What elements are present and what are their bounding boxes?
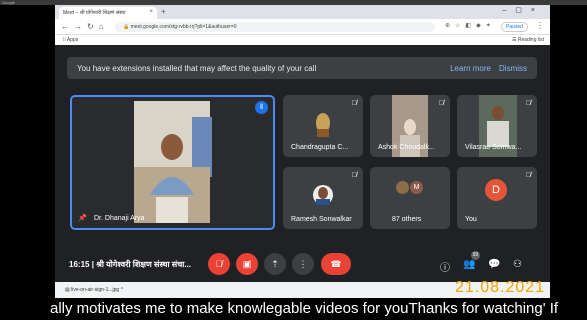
meeting-name: श्री योगेश्वरी शिक्षण संस्था संचा...	[96, 260, 192, 269]
speaker-video	[72, 97, 273, 228]
reading-list[interactable]: ☰ Reading list	[512, 37, 544, 43]
participant-name: You	[465, 216, 477, 223]
speaking-indicator-icon: ⦀	[255, 101, 268, 114]
paused-label: Paused	[506, 24, 523, 30]
banner-message: You have extensions installed that may a…	[77, 64, 317, 73]
mic-toggle-button[interactable]: 🎙̸	[208, 253, 230, 275]
participant-name: Ramesh Sonwalkar	[291, 216, 352, 223]
participant-avatar: M	[410, 181, 423, 194]
meeting-time: 16:15	[69, 260, 90, 269]
meet-content: You have extensions installed that may a…	[55, 45, 550, 282]
participant-tile[interactable]: 🎙̸ Ashok Choudalk...	[370, 95, 450, 157]
new-tab-icon[interactable]: +	[161, 7, 166, 16]
learn-more-link[interactable]: Learn more	[450, 64, 491, 73]
download-filename: live-on-air-sign-1...jpg	[71, 287, 120, 293]
browser-menu-icon[interactable]: ⋮	[536, 21, 544, 30]
close-tab-icon[interactable]: ×	[149, 9, 153, 15]
others-tile[interactable]: M 87 others	[370, 167, 450, 229]
mic-off-icon: 🎙̸	[351, 100, 357, 107]
participant-tile[interactable]: 🎙̸ Chandragupta C...	[283, 95, 363, 157]
tab-title: Meet – श्री योगेश्वरी शिक्षण संस्था	[63, 10, 126, 16]
download-item[interactable]: ▤ live-on-air-sign-1...jpg ^	[65, 287, 123, 293]
bookmarks-bar: ⁞⁞ Apps ☰ Reading list	[55, 35, 550, 45]
more-options-button[interactable]: ⋮	[292, 253, 314, 275]
apps-icon: ⁞⁞	[63, 37, 66, 43]
participant-name: Dr. Dhanaji Arya	[94, 215, 145, 222]
extension-warning-banner: You have extensions installed that may a…	[67, 57, 537, 79]
browser-window: Meet – श्री योगेश्वरी शिक्षण संस्था × + …	[55, 5, 550, 282]
address-bar[interactable]: 🔒 meet.google.com/xtg-rvbb-rrj?pli=1&aut…	[115, 22, 435, 32]
camera-toggle-button[interactable]: ▣̸	[236, 253, 258, 275]
apps-label: Apps	[66, 37, 79, 43]
separator: |	[91, 260, 94, 269]
leave-call-button[interactable]: ☎	[321, 253, 351, 275]
tab-meet[interactable]: Meet – श्री योगेश्वरी शिक्षण संस्था ×	[59, 7, 157, 19]
participant-avatar	[396, 181, 409, 194]
browser-toolbar: ←→↻⌂ 🔒 meet.google.com/xtg-rvbb-rrj?pli=…	[55, 19, 550, 35]
participants-badge: 93	[471, 251, 480, 260]
reading-list-label: Reading list	[517, 37, 544, 43]
profile-paused-button[interactable]: Paused	[501, 22, 528, 32]
info-icon[interactable]: ⓘ	[440, 259, 450, 274]
call-control-bar: 16:15 | श्री योगेश्वरी शिक्षण संस्था संच…	[55, 245, 550, 282]
tab-strip: Meet – श्री योगेश्वरी शिक्षण संस्था × + …	[55, 5, 550, 19]
os-top-label: Google	[2, 0, 15, 5]
reading-list-icon: ☰	[511, 37, 517, 43]
nav-buttons[interactable]: ←→↻⌂	[61, 22, 109, 31]
participant-name: Chandragupta C...	[291, 144, 349, 151]
bookmark-apps[interactable]: ⁞⁞ Apps	[63, 37, 78, 43]
participant-tile[interactable]: 🎙̸ Vilasrao Somwa...	[457, 95, 537, 157]
others-count: 87 others	[392, 216, 422, 223]
self-tile[interactable]: D 🎙̸ You	[457, 167, 537, 229]
date-stamp: 21.08.2021	[455, 279, 546, 296]
window-controls[interactable]: –▢×	[502, 6, 544, 14]
lock-icon: 🔒	[123, 24, 130, 30]
mic-off-icon: 🎙̸	[525, 100, 531, 107]
present-button[interactable]: ⇡	[264, 253, 286, 275]
mic-off-icon: 🎙̸	[438, 100, 444, 107]
participant-tile[interactable]: 🎙̸ Ramesh Sonwalkar	[283, 167, 363, 229]
chat-icon[interactable]: 💬	[488, 259, 500, 270]
people-icon[interactable]: 👥	[463, 259, 475, 270]
subtitle-caption: ally motivates me to make knowlegable vi…	[50, 300, 559, 317]
mic-off-icon: 🎙̸	[525, 172, 531, 179]
dismiss-button[interactable]: Dismiss	[499, 64, 527, 73]
self-avatar: D	[485, 179, 507, 201]
address-text: meet.google.com/xtg-rvbb-rrj?pli=1&authu…	[130, 24, 237, 30]
pin-icon[interactable]: 📌	[78, 214, 87, 222]
extension-icons[interactable]: ⊕☆◧◆✦	[445, 22, 496, 29]
file-icon: ▤	[65, 287, 70, 293]
participant-name: Ashok Choudalk...	[378, 144, 435, 151]
activities-icon[interactable]: ⚇	[513, 259, 522, 270]
chevron-up-icon[interactable]: ^	[121, 287, 123, 293]
participant-name: Vilasrao Somwa...	[465, 144, 522, 151]
meeting-info: 16:15 | श्री योगेश्वरी शिक्षण संस्था संच…	[69, 259, 191, 270]
mic-off-icon: 🎙̸	[351, 172, 357, 179]
main-speaker-tile[interactable]: ⦀ 📌 Dr. Dhanaji Arya	[70, 95, 275, 230]
